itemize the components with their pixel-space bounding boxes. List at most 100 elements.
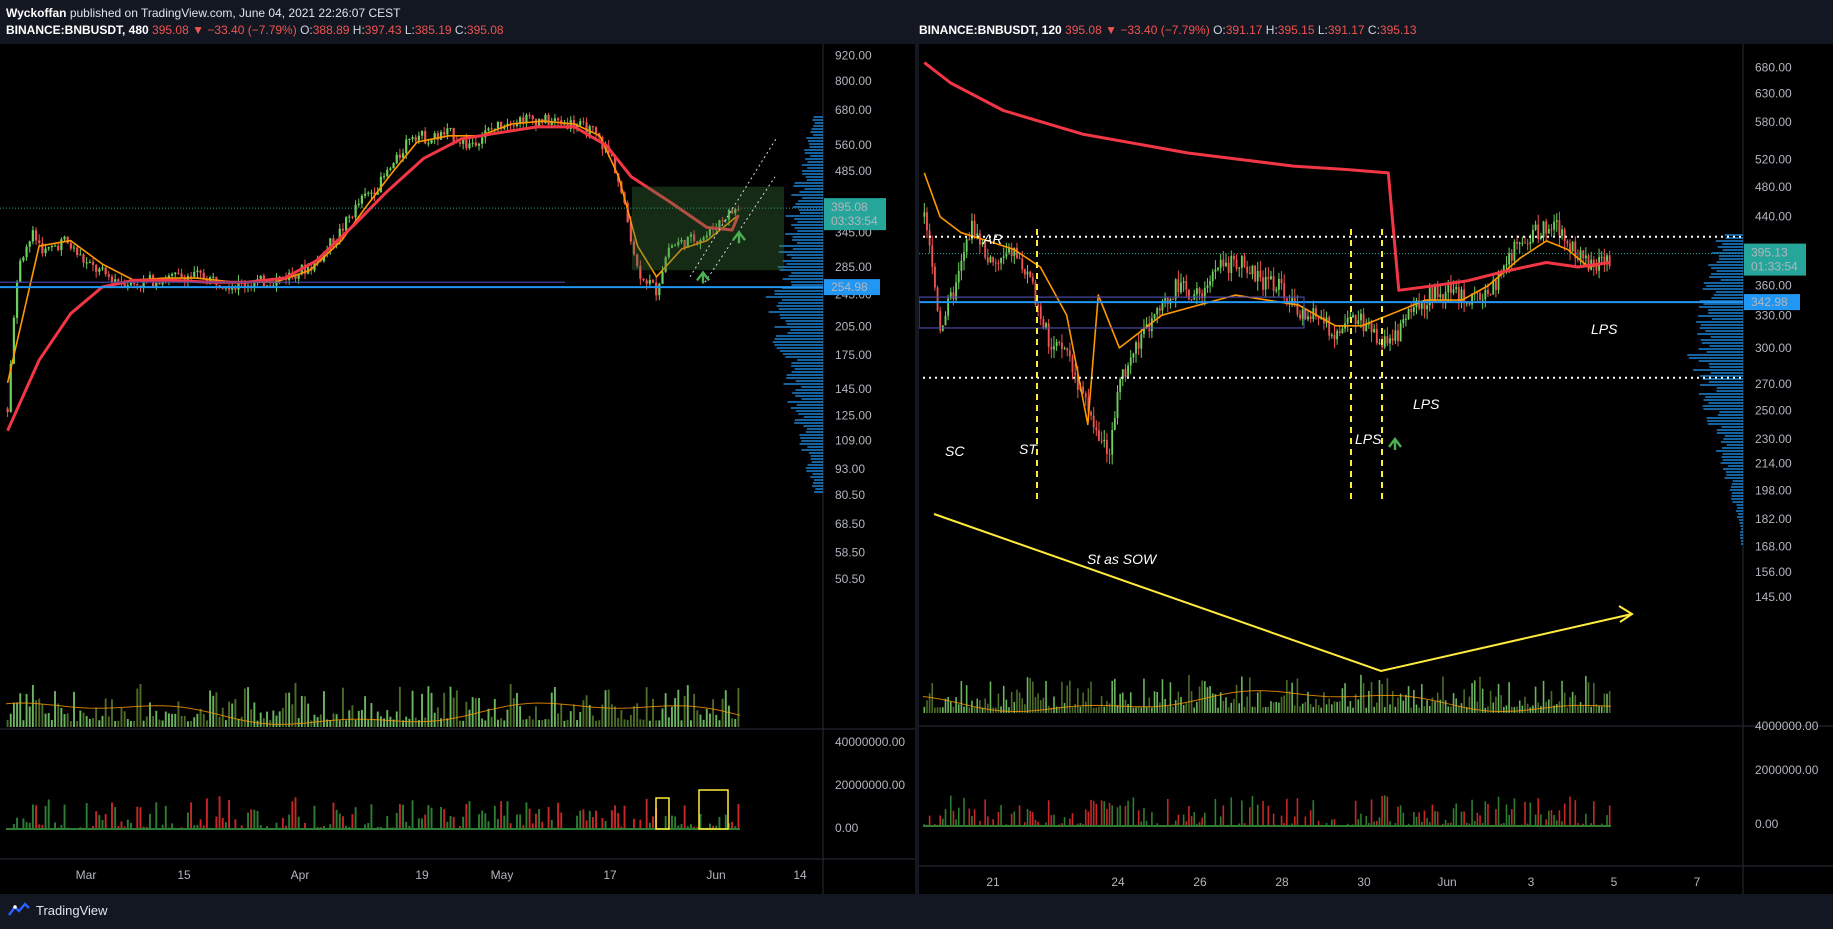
osc-bar [1563,803,1566,826]
candle-body [1431,287,1434,301]
volume-bar [1344,683,1346,713]
volume-profile-bar [1715,291,1743,293]
x-tick-label: 19 [415,868,429,882]
green-up-arrow-icon [1388,437,1402,450]
candle-body [1375,328,1378,344]
volume-profile-bar [778,308,823,310]
osc-bar [22,818,25,829]
candle-body [1018,258,1021,260]
osc-tick-label: 20000000.00 [835,778,905,792]
candle-body [110,276,114,283]
volume-bar [1196,701,1198,713]
candle-body [1246,266,1249,273]
candle-body [1222,259,1225,267]
chart-panel-right[interactable]: 680.00 630.00 580.00 520.00 480.00 440.00 360.… [919,44,1833,894]
volume-profile-bar [807,140,823,142]
volume-bar [727,705,730,727]
volume-profile-bar [785,356,823,358]
green-up-arrow-icon [696,270,710,284]
candle-body [28,241,31,247]
y-tick-label: 109.00 [835,433,872,447]
volume-profile-bar [790,329,823,331]
osc-bar [1397,806,1399,826]
volume-profile-bar [1740,525,1743,527]
volume-profile-bar [776,335,823,337]
candle-body [1518,242,1521,244]
candle-body [1463,289,1466,304]
author-name[interactable]: Wyckoffan [6,6,66,20]
symbol-right[interactable]: BINANCE:BNBUSDT [919,23,1035,37]
candle-body [1357,320,1360,324]
volume-profile-bar [814,479,823,481]
volume-bar [1156,691,1158,713]
osc-bar [942,818,944,826]
volume-bar [976,698,979,713]
volume-bar [259,712,262,727]
osc-bar [25,821,28,829]
volume-bar [541,720,544,727]
volume-bar [648,720,651,727]
volume-profile-bar [807,161,823,163]
candle-body [556,118,560,121]
osc-bar [95,811,98,829]
volume-bar [1018,692,1021,713]
chart-left-svg[interactable]: 920.00800.00680.00560.00485.00345.00285.… [0,44,915,894]
volume-profile-bar [779,269,823,271]
candle-body [960,260,963,271]
volume-bar [1185,703,1188,713]
symbol-left[interactable]: BINANCE:BNBUSDT [6,23,122,37]
volume-bar [228,701,230,727]
tradingview-logo[interactable]: TradingView [8,902,108,918]
volume-profile-bar [1723,468,1743,470]
volume-profile-bar [812,485,823,487]
volume-profile-bar [1732,480,1743,482]
volume-bar [367,719,370,727]
candle-body [98,268,101,272]
volume-bar [1045,680,1047,713]
interval-right[interactable]: 120 [1042,23,1062,37]
volume-bar [712,699,715,727]
osc-bar [31,804,34,829]
volume-profile-bar [1724,435,1743,437]
candle-body [1277,278,1280,290]
osc-bar [1286,798,1288,826]
interval-left[interactable]: 480 [129,23,149,37]
osc-bar [1550,810,1553,826]
volume-profile-bar [1699,327,1743,329]
candle-body [462,139,465,144]
volume-profile-bar [791,365,823,367]
volume-bar [19,693,22,727]
chart-panel-left[interactable]: 920.00 800.00 680.00 560.00 485.00 345.00 285.… [0,44,915,894]
osc-bar [1537,798,1540,826]
osc-bar [297,816,300,829]
volume-profile-bar [782,278,823,280]
volume-profile-bar [786,254,823,256]
volume-profile-bar [777,266,823,268]
volume-profile-bar [1703,282,1743,284]
volume-profile-bar [1729,489,1743,491]
candle-body [591,126,594,128]
candle-body [19,260,22,282]
candle-body [651,280,655,283]
osc-bar [610,810,613,829]
volume-bar [557,713,560,727]
volume-bar [1381,683,1383,713]
candle-body [1434,286,1436,301]
volume-profile-bar [1703,303,1743,305]
volume-profile-bar [1730,486,1743,488]
chart-right-svg[interactable]: 680.00 630.00 580.00 520.00 480.00 440.00 360.… [919,44,1833,894]
volume-bar [1238,703,1241,713]
volume-profile-bar [1701,342,1743,344]
osc-bar [1151,812,1153,826]
volume-profile-bar [795,389,823,391]
volume-bar [544,719,547,727]
wyckoff-annotation: AR [982,231,1002,247]
volume-profile-bar [1740,534,1743,536]
volume-bar [585,695,588,727]
candle-body [449,127,452,129]
volume-profile-bar [1703,408,1743,410]
volume-profile-bar [1698,360,1743,362]
volume-bar [183,716,186,727]
candle-body [1058,342,1061,344]
wyckoff-annotation: LPS [1413,396,1440,412]
